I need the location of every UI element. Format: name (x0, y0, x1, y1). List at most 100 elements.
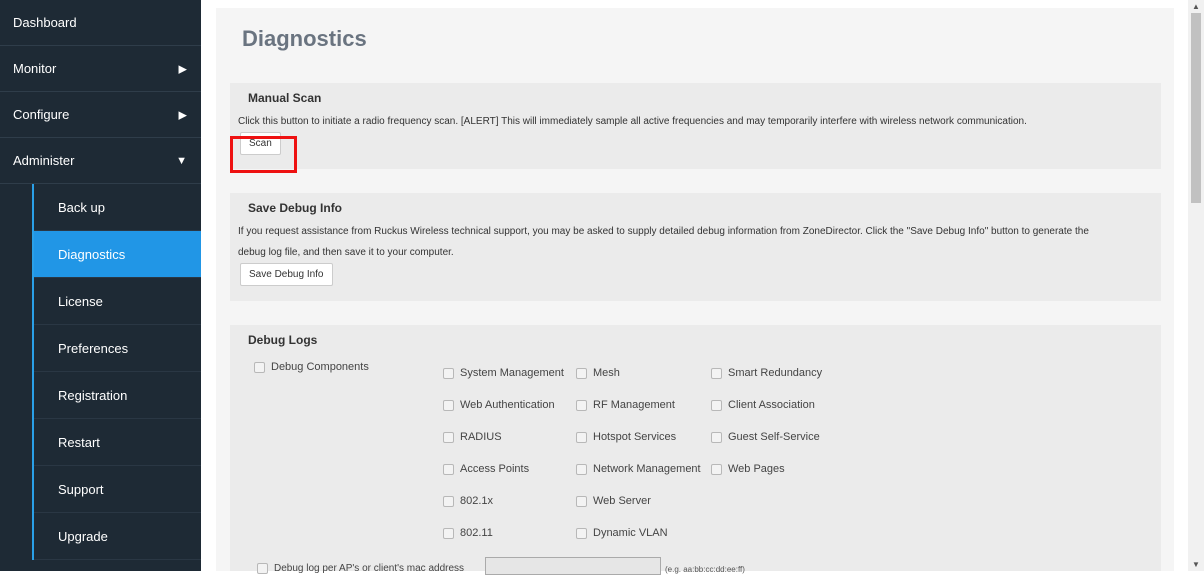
checkbox-label: Guest Self-Service (728, 431, 820, 443)
checkbox-icon (711, 431, 722, 443)
save-debug-heading: Save Debug Info (248, 201, 343, 215)
sidebar-item-registration[interactable]: Registration (34, 372, 201, 419)
cb-web-pages[interactable]: Web Pages (711, 463, 785, 475)
highlight-box (230, 136, 297, 173)
checkbox-icon (443, 399, 454, 411)
checkbox-icon (576, 463, 587, 475)
save-debug-info-button[interactable]: Save Debug Info (240, 263, 333, 286)
scroll-thumb[interactable] (1191, 13, 1201, 203)
sidebar-item-label: Restart (58, 434, 100, 450)
cb-radius[interactable]: RADIUS (443, 431, 502, 443)
sidebar-item-label: Diagnostics (58, 246, 126, 262)
manual-scan-heading: Manual Scan (248, 91, 322, 105)
expand-arrow-icon: ▶ (178, 109, 187, 121)
sidebar-item-label: License (58, 293, 103, 309)
nav-configure[interactable]: Configure ▶ (0, 92, 201, 138)
nav-monitor[interactable]: Monitor ▶ (0, 46, 201, 92)
checkbox-label: Hotspot Services (593, 431, 677, 443)
collapse-arrow-icon: ▼ (176, 154, 187, 167)
checkbox-icon (257, 563, 268, 574)
save-debug-panel: Save Debug Info If you request assistanc… (230, 193, 1161, 301)
sidebar-item-label: Back up (58, 199, 105, 215)
sidebar-item-preferences[interactable]: Preferences (34, 325, 201, 372)
cb-guest-self-service[interactable]: Guest Self-Service (711, 431, 820, 443)
save-debug-description-line1: If you request assistance from Ruckus Wi… (238, 226, 1089, 237)
sidebar-item-support[interactable]: Support (34, 466, 201, 513)
checkbox-icon (711, 463, 722, 475)
checkbox-label: Web Pages (728, 463, 785, 475)
checkbox-icon (254, 361, 265, 373)
cb-per-mac[interactable]: Debug log per AP's or client's mac addre… (257, 563, 464, 574)
nav-administer[interactable]: Administer ▼ (0, 138, 201, 184)
cb-dynamic-vlan[interactable]: Dynamic VLAN (576, 527, 668, 539)
cb-smart-redundancy[interactable]: Smart Redundancy (711, 367, 822, 379)
cb-8021x[interactable]: 802.1x (443, 495, 493, 507)
checkbox-label: System Management (460, 367, 564, 379)
cb-80211[interactable]: 802.11 (443, 527, 493, 539)
checkbox-label: 802.11 (460, 527, 493, 539)
debug-components-checkbox[interactable]: Debug Components (254, 361, 369, 373)
checkbox-label: Debug log per AP's or client's mac addre… (274, 563, 465, 574)
checkbox-label: RF Management (593, 399, 675, 411)
checkbox-icon (576, 399, 587, 411)
expand-arrow-icon: ▶ (178, 63, 187, 75)
sidebar-item-restart[interactable]: Restart (34, 419, 201, 466)
debug-logs-heading: Debug Logs (248, 333, 318, 347)
page-scrollbar[interactable]: ▲ ▼ (1188, 0, 1204, 571)
sidebar: Dashboard Monitor ▶ Configure ▶ Administ… (0, 0, 201, 571)
checkbox-label: Mesh (593, 367, 620, 379)
sidebar-item-label: Upgrade (58, 528, 108, 544)
checkbox-label: 802.1x (460, 495, 494, 507)
cb-client-association[interactable]: Client Association (711, 399, 815, 411)
cb-web-server[interactable]: Web Server (576, 495, 651, 507)
sidebar-item-upgrade[interactable]: Upgrade (34, 513, 201, 560)
checkbox-icon (711, 367, 722, 379)
checkbox-icon (576, 495, 587, 507)
cb-rf-management[interactable]: RF Management (576, 399, 675, 411)
checkbox-label: Access Points (460, 463, 530, 475)
sidebar-item-label: Preferences (58, 340, 129, 356)
manual-scan-description: Click this button to initiate a radio fr… (238, 116, 1027, 127)
checkbox-icon (576, 431, 587, 443)
checkbox-icon (443, 495, 454, 507)
checkbox-label: Client Association (728, 399, 815, 411)
scroll-down-icon[interactable]: ▼ (1192, 560, 1200, 569)
cb-network-management[interactable]: Network Management (576, 463, 701, 475)
nav-label: Monitor (13, 61, 57, 76)
checkbox-icon (443, 367, 454, 379)
cb-mesh[interactable]: Mesh (576, 367, 620, 379)
checkbox-icon (711, 399, 722, 411)
checkbox-label: Web Server (593, 495, 651, 507)
save-debug-description: If you request assistance from Ruckus Wi… (238, 221, 1161, 263)
checkbox-icon (576, 367, 587, 379)
checkbox-icon (443, 431, 454, 443)
scroll-up-icon[interactable]: ▲ (1192, 2, 1200, 11)
nav-dashboard[interactable]: Dashboard (0, 0, 201, 46)
checkbox-icon (576, 527, 587, 539)
sidebar-item-label: Registration (58, 387, 128, 403)
nav-label: Dashboard (13, 15, 77, 30)
sidebar-item-backup[interactable]: Back up (34, 184, 201, 231)
main-content: Diagnostics Manual Scan Click this butto… (216, 8, 1174, 575)
checkbox-label: Dynamic VLAN (593, 527, 668, 539)
page-title: Diagnostics (242, 26, 367, 51)
sidebar-item-license[interactable]: License (34, 278, 201, 325)
checkbox-label: Web Authentication (460, 399, 555, 411)
manual-scan-panel: Manual Scan Click this button to initiat… (230, 83, 1161, 169)
checkbox-label: Smart Redundancy (728, 367, 823, 379)
cb-web-authentication[interactable]: Web Authentication (443, 399, 555, 411)
cb-access-points[interactable]: Access Points (443, 463, 529, 475)
save-debug-description-line2: debug log file, and then save it to your… (238, 247, 454, 258)
cb-hotspot-services[interactable]: Hotspot Services (576, 431, 676, 443)
sidebar-item-diagnostics[interactable]: Diagnostics (34, 231, 201, 278)
debug-logs-panel: Debug Logs (230, 325, 1161, 571)
checkbox-label: Debug Components (271, 361, 369, 373)
checkbox-icon (443, 463, 454, 475)
mac-hint: (e.g. aa:bb:cc:dd:ee:ff) (665, 565, 745, 574)
checkbox-label: Network Management (593, 463, 701, 475)
nav-label: Administer (13, 153, 75, 168)
cb-system-management[interactable]: System Management (443, 367, 564, 379)
mac-address-input[interactable] (485, 557, 661, 575)
checkbox-icon (443, 527, 454, 539)
administer-submenu: Back up Diagnostics License Preferences … (0, 184, 201, 560)
